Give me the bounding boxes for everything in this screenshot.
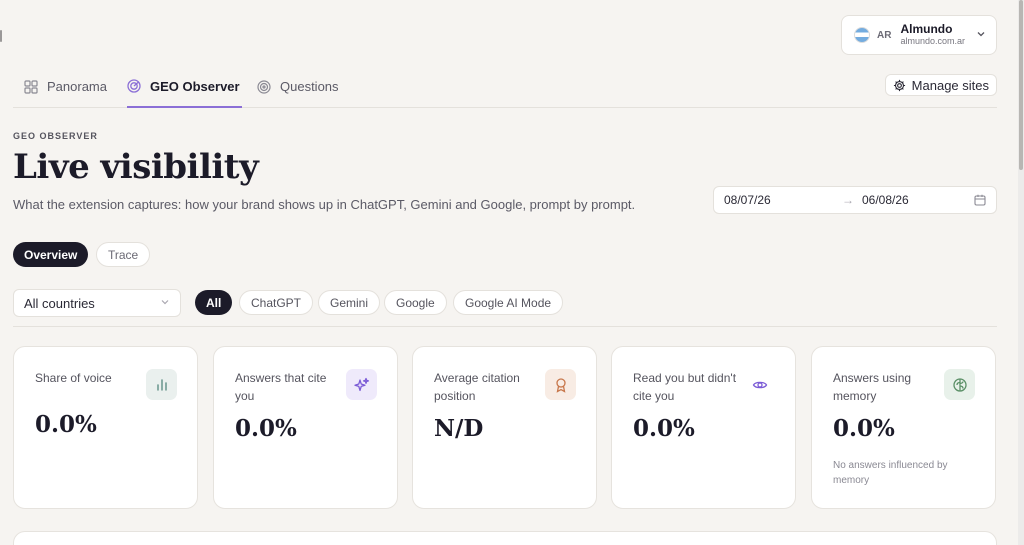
tab-label: Panorama xyxy=(47,79,107,94)
date-range-picker[interactable]: 08/07/26 → 06/08/26 xyxy=(713,186,997,214)
date-start: 08/07/26 xyxy=(724,193,771,207)
eye-icon xyxy=(744,369,775,400)
date-end: 06/08/26 xyxy=(862,193,909,207)
engine-chip-google[interactable]: Google xyxy=(384,290,447,315)
chevron-down-icon xyxy=(160,297,170,310)
calendar-icon xyxy=(974,194,986,206)
grid-icon xyxy=(24,79,38,94)
metric-card-answers-cite-you: Answers that cite you 0.0% xyxy=(213,346,398,509)
site-text: Almundo almundo.com.ar xyxy=(900,23,965,46)
site-name: Almundo xyxy=(900,22,953,37)
metric-value: 0.0% xyxy=(833,415,895,442)
panel-edge-handle[interactable] xyxy=(0,30,2,42)
metric-card-answers-using-memory: Answers using memory 0.0% No answers inf… xyxy=(811,346,996,509)
page: AR Almundo almundo.com.ar Panorama GEO O… xyxy=(13,0,997,545)
bar-chart-icon xyxy=(146,369,177,400)
metric-card-read-not-cited: Read you but didn't cite you 0.0% xyxy=(611,346,796,509)
page-title: Live visibility xyxy=(13,147,259,187)
target-icon xyxy=(257,79,271,94)
site-domain: almundo.com.ar xyxy=(900,35,965,46)
engine-chip-gemini[interactable]: Gemini xyxy=(318,290,381,315)
metric-card-average-citation-position: Average citation position N/D xyxy=(412,346,597,509)
argentina-flag-icon xyxy=(854,27,870,43)
metric-value: 0.0% xyxy=(633,415,695,442)
sparkles-icon xyxy=(346,369,377,400)
tab-label: Questions xyxy=(280,79,339,94)
engine-chip-google-ai-mode[interactable]: Google AI Mode xyxy=(453,290,564,315)
main-nav: Panorama GEO Observer Questions Manage s… xyxy=(13,66,997,108)
engine-chip-all[interactable]: All xyxy=(195,290,233,315)
tab-geo-observer[interactable]: GEO Observer xyxy=(127,66,242,108)
tab-questions[interactable]: Questions xyxy=(257,66,339,107)
metric-label: Answers using memory xyxy=(833,371,912,403)
metric-label: Share of voice xyxy=(35,371,112,385)
site-country-code: AR xyxy=(877,29,892,41)
engine-chip-chatgpt[interactable]: ChatGPT xyxy=(239,290,314,315)
metric-card-share-of-voice: Share of voice 0.0% xyxy=(13,346,198,509)
tab-panorama[interactable]: Panorama xyxy=(24,66,107,107)
metric-label: Average citation position xyxy=(434,371,520,403)
metric-note: No answers influenced by memory xyxy=(833,460,948,486)
radar-icon xyxy=(127,79,141,93)
metric-value: N/D xyxy=(434,415,484,442)
gear-icon xyxy=(893,79,906,92)
manage-sites-label: Manage sites xyxy=(911,77,989,93)
page-subtitle: What the extension captures: how your br… xyxy=(13,197,636,212)
metric-label: Read you but didn't cite you xyxy=(633,371,737,403)
metric-value: 0.0% xyxy=(235,415,297,442)
country-select[interactable]: All countries xyxy=(13,289,181,317)
brain-icon xyxy=(944,369,975,400)
award-icon xyxy=(545,369,576,400)
manage-sites-button[interactable]: Manage sites xyxy=(884,74,997,96)
content-panel xyxy=(13,531,997,545)
arrow-right-icon: → xyxy=(842,193,854,207)
overview-toggle[interactable]: Overview xyxy=(13,242,89,267)
country-select-value: All countries xyxy=(24,295,95,311)
page-eyebrow: GEO OBSERVER xyxy=(13,131,98,141)
tab-label: GEO Observer xyxy=(150,78,240,94)
trace-toggle[interactable]: Trace xyxy=(96,242,151,267)
metric-label: Answers that cite you xyxy=(235,371,327,403)
chevron-down-icon xyxy=(976,29,986,42)
scrollbar-thumb[interactable] xyxy=(1019,0,1023,170)
site-switcher[interactable]: AR Almundo almundo.com.ar xyxy=(841,15,997,55)
metric-value: 0.0% xyxy=(35,411,97,438)
page-scrollbar[interactable] xyxy=(1018,0,1024,545)
filters-divider xyxy=(13,326,997,327)
